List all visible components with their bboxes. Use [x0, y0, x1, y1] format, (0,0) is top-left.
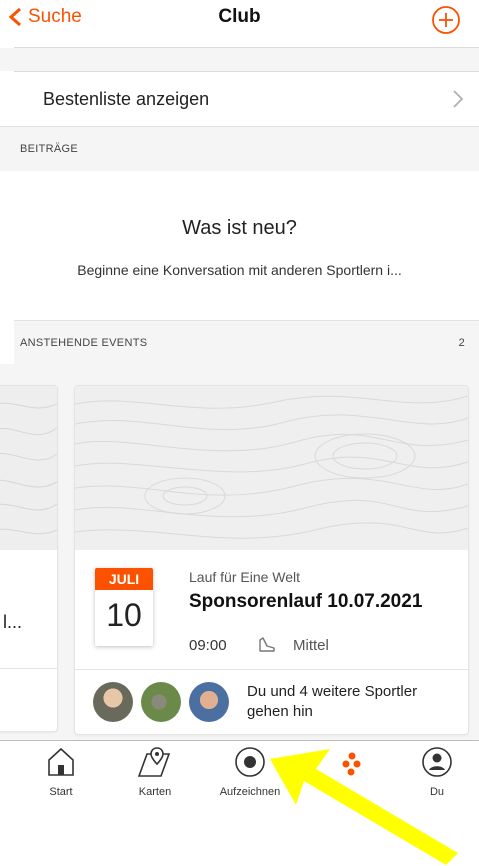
tab-start[interactable]: Start: [26, 746, 96, 798]
events-count: 2: [458, 337, 465, 349]
page-title: Club: [218, 6, 261, 27]
event-title: Sponsorenlauf 10.07.2021: [189, 591, 423, 612]
event-card-previous[interactable]: l...: [0, 385, 58, 732]
events-section-header: ANSTEHENDE EVENTS 2: [14, 320, 479, 365]
tab-karten[interactable]: Karten: [120, 746, 190, 798]
tab-label: Karten: [138, 786, 172, 798]
posts-empty-text[interactable]: Beginne eine Konversation mit anderen Sp…: [0, 262, 479, 278]
topo-map-image: [75, 386, 468, 550]
date-month: JULI: [95, 568, 153, 590]
avatar: [141, 682, 181, 722]
topo-map-image: [0, 386, 57, 550]
posts-section-label: BEITRÄGE: [20, 143, 79, 155]
card-divider: [75, 669, 468, 670]
avatar: [93, 682, 133, 722]
event-time: 09:00: [189, 637, 227, 654]
card-divider: [0, 668, 57, 669]
avatar: [189, 682, 229, 722]
posts-empty-title: Was ist neu?: [182, 217, 297, 239]
attendees-text: Du und 4 weitere Sportler gehen hin: [247, 683, 418, 720]
add-button[interactable]: [430, 4, 462, 41]
map-icon: [137, 747, 171, 777]
spacer: [0, 48, 479, 71]
events-section-label: ANSTEHENDE EVENTS: [20, 337, 148, 349]
date-day: 10: [106, 597, 142, 633]
posts-section-header: BEITRÄGE: [0, 126, 479, 171]
event-level: Mittel: [293, 637, 329, 654]
date-badge: JULI 10: [95, 568, 153, 646]
events-carousel[interactable]: l... JULI 10 Lauf für Eine Welt Sponsore…: [0, 364, 479, 740]
leaderboard-row[interactable]: Bestenliste anzeigen: [0, 72, 479, 126]
chevron-right-icon: [453, 90, 464, 108]
event-prev-title: l...: [3, 612, 23, 632]
home-icon: [48, 747, 74, 776]
event-subtitle: Lauf für Eine Welt: [189, 569, 301, 585]
shoe-icon: [259, 637, 275, 652]
tab-label: Start: [49, 786, 73, 798]
plus-circle-icon: [432, 6, 460, 34]
event-card[interactable]: JULI 10 Lauf für Eine Welt Sponsorenlauf…: [74, 385, 469, 735]
annotation-arrow-icon: [270, 749, 458, 865]
leaderboard-label: Bestenliste anzeigen: [43, 89, 210, 109]
